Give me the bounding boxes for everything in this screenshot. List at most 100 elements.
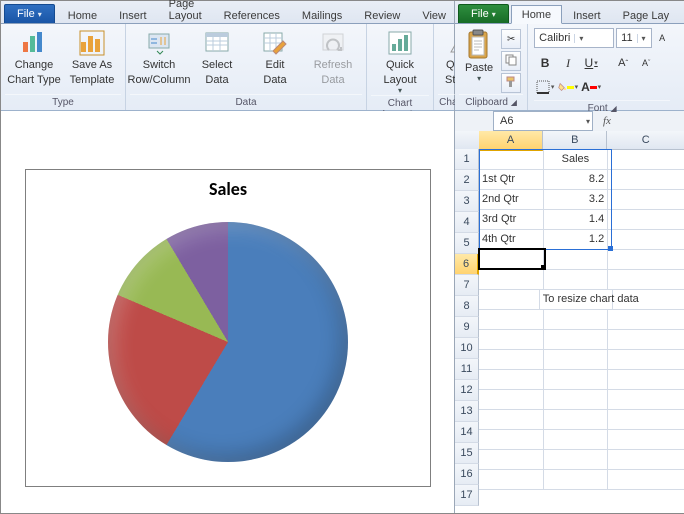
row-header-9[interactable]: 9 <box>455 317 479 338</box>
font-name-combo[interactable]: Calibri▾ <box>534 28 614 48</box>
select-data-button[interactable]: Select Data <box>188 27 246 86</box>
cell-B12[interactable] <box>544 369 609 390</box>
dialog-launcher-icon[interactable]: ◢ <box>610 104 616 113</box>
cell-C14[interactable] <box>608 409 684 430</box>
cell-C4[interactable] <box>608 209 684 230</box>
row-header-4[interactable]: 4 <box>455 212 479 233</box>
bold-button[interactable]: B <box>534 52 556 74</box>
column-header-C[interactable]: C <box>607 131 684 150</box>
cell-C11[interactable] <box>608 349 684 370</box>
switch-row-column-button[interactable]: Switch Row/Column <box>130 27 188 86</box>
cell-C8[interactable] <box>613 289 684 310</box>
cell-A5[interactable]: 4th Qtr <box>479 229 544 250</box>
row-header-7[interactable]: 7 <box>455 275 479 296</box>
row-header-14[interactable]: 14 <box>455 422 479 443</box>
cell-B1[interactable]: Sales <box>544 149 609 170</box>
tab-page-lay[interactable]: Page Lay <box>612 6 680 24</box>
row-header-12[interactable]: 12 <box>455 380 479 401</box>
cell-B5[interactable]: 1.2 <box>544 229 609 250</box>
tab-home[interactable]: Home <box>511 5 562 24</box>
cell-B9[interactable] <box>544 309 609 330</box>
row-header-1[interactable]: 1 <box>455 149 479 170</box>
cell-B8[interactable]: To resize chart data <box>540 289 613 310</box>
cell-A2[interactable]: 1st Qtr <box>479 169 544 190</box>
format-painter-button[interactable] <box>501 73 521 93</box>
cell-B3[interactable]: 3.2 <box>544 189 609 210</box>
cell-B11[interactable] <box>544 349 609 370</box>
cell-A13[interactable] <box>479 389 544 410</box>
cell-C6[interactable] <box>608 249 684 270</box>
select-all-corner[interactable] <box>455 131 480 150</box>
quick-layout-button[interactable]: Quick Layout▾ <box>371 27 429 95</box>
cell-C17[interactable] <box>608 469 684 490</box>
tab-review[interactable]: Review <box>353 6 411 24</box>
cell-C13[interactable] <box>608 389 684 410</box>
row-header-11[interactable]: 11 <box>455 359 479 380</box>
increase-font-button[interactable]: Aˆ <box>612 52 634 74</box>
cell-A4[interactable]: 3rd Qtr <box>479 209 544 230</box>
tab-view[interactable]: View <box>411 6 457 24</box>
decrease-font-button[interactable]: Aˇ <box>635 52 657 74</box>
cell-C7[interactable] <box>608 269 684 290</box>
cell-C10[interactable] <box>608 329 684 350</box>
font-color-button[interactable]: A▾ <box>580 76 602 98</box>
row-header-8[interactable]: 8 <box>455 296 479 317</box>
cell-A14[interactable] <box>479 409 544 430</box>
cell-C3[interactable] <box>608 189 684 210</box>
dialog-launcher-icon[interactable]: ◢ <box>511 98 517 107</box>
tab-insert[interactable]: Insert <box>108 6 158 24</box>
cell-A12[interactable] <box>479 369 544 390</box>
chart-object[interactable]: Sales <box>25 169 431 487</box>
fill-handle[interactable] <box>541 265 546 270</box>
file-tab[interactable]: File▾ <box>4 4 55 23</box>
column-header-B[interactable]: B <box>543 131 607 150</box>
cell-C12[interactable] <box>608 369 684 390</box>
row-header-17[interactable]: 17 <box>455 485 479 506</box>
pie-chart[interactable] <box>108 222 348 462</box>
row-header-2[interactable]: 2 <box>455 170 479 191</box>
cell-B17[interactable] <box>544 469 609 490</box>
cell-B10[interactable] <box>544 329 609 350</box>
edit-data-button[interactable]: Edit Data <box>246 27 304 86</box>
document-canvas[interactable]: Sales <box>1 111 454 513</box>
cell-C1[interactable] <box>608 149 684 170</box>
cell-A17[interactable] <box>479 469 544 490</box>
cell-B7[interactable] <box>544 269 609 290</box>
cell-C16[interactable] <box>608 449 684 470</box>
cell-A9[interactable] <box>479 309 544 330</box>
cell-A16[interactable] <box>479 449 544 470</box>
cell-B2[interactable]: 8.2 <box>544 169 609 190</box>
cell-A3[interactable]: 2nd Qtr <box>479 189 544 210</box>
tab-mailings[interactable]: Mailings <box>291 6 353 24</box>
cell-B4[interactable]: 1.4 <box>544 209 609 230</box>
cell-A8[interactable] <box>479 289 540 310</box>
cell-C2[interactable] <box>608 169 684 190</box>
border-button[interactable]: ▾ <box>534 76 556 98</box>
cell-B15[interactable] <box>544 429 609 450</box>
row-header-15[interactable]: 15 <box>455 443 479 464</box>
grow-font-button[interactable]: A <box>654 27 670 49</box>
italic-button[interactable]: I <box>557 52 579 74</box>
cell-A7[interactable] <box>479 269 544 290</box>
cell-B14[interactable] <box>544 409 609 430</box>
row-header-10[interactable]: 10 <box>455 338 479 359</box>
change-chart-type-button[interactable]: Change Chart Type <box>5 27 63 86</box>
chart-title[interactable]: Sales <box>26 178 430 200</box>
worksheet[interactable]: ABC 1234567891011121314151617 Sales1st Q… <box>455 131 684 513</box>
font-size-combo[interactable]: 11▾ <box>616 28 652 48</box>
cell-A1[interactable] <box>479 149 544 170</box>
save-as-template-button[interactable]: Save As Template <box>63 27 121 86</box>
cell-A15[interactable] <box>479 429 544 450</box>
cell-C15[interactable] <box>608 429 684 450</box>
cell-A11[interactable] <box>479 349 544 370</box>
cell-C5[interactable] <box>608 229 684 250</box>
row-header-16[interactable]: 16 <box>455 464 479 485</box>
row-header-5[interactable]: 5 <box>455 233 479 254</box>
cut-button[interactable]: ✂ <box>501 29 521 49</box>
file-tab[interactable]: File▾ <box>458 4 509 23</box>
row-header-3[interactable]: 3 <box>455 191 479 212</box>
cell-A6[interactable] <box>479 249 544 270</box>
cell-A10[interactable] <box>479 329 544 350</box>
cell-B13[interactable] <box>544 389 609 410</box>
fill-color-button[interactable]: ▾ <box>557 76 579 98</box>
